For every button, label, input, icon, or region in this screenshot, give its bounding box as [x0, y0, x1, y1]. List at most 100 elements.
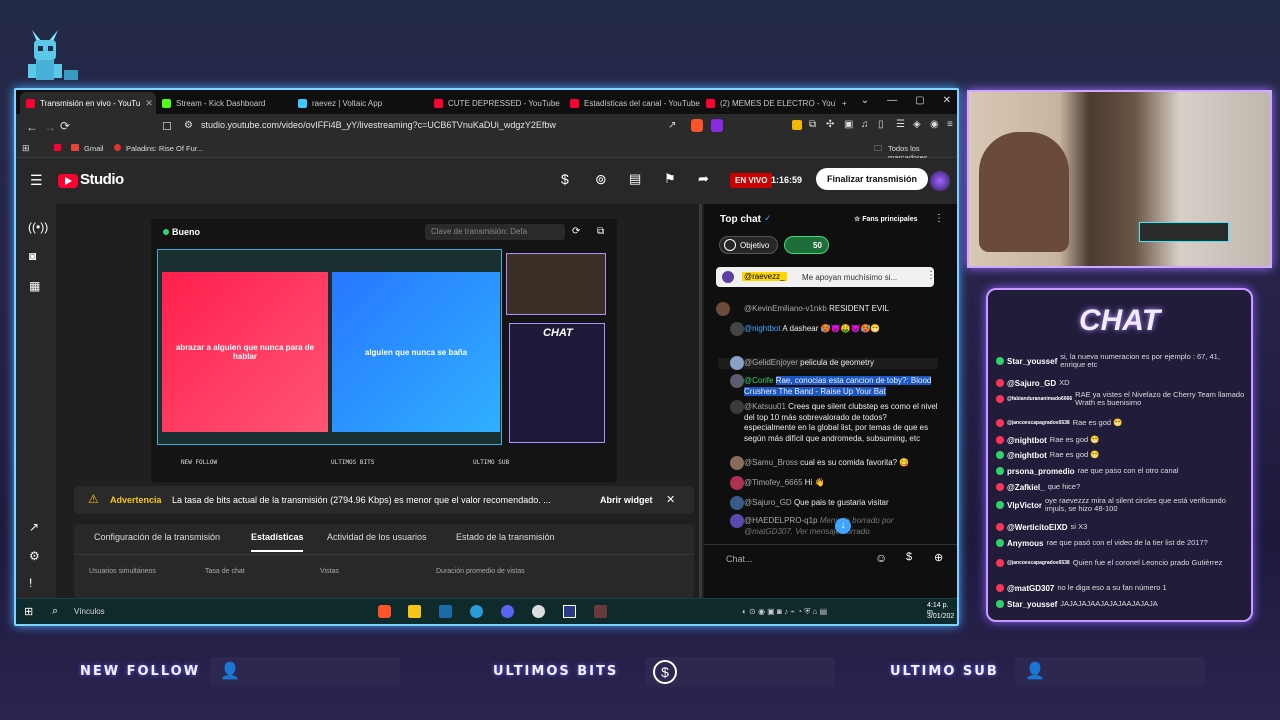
wallet-icon[interactable]: ◈ — [913, 119, 921, 130]
save-icon[interactable]: ⚑ — [664, 171, 676, 187]
extension-icon[interactable] — [792, 120, 802, 130]
sidebar-icon[interactable]: ▯ — [878, 119, 884, 130]
refresh-icon[interactable]: ⟳ — [572, 226, 580, 237]
clock-date[interactable]: 3/01/202 — [927, 613, 954, 620]
kick-favicon-icon — [162, 98, 171, 108]
chat-message[interactable]: @Katsuu01 Crees que silent clubstep es c… — [718, 400, 938, 444]
back-icon[interactable]: ← — [26, 120, 38, 134]
site-info-icon[interactable]: ⚙ — [184, 120, 193, 131]
tab-activity[interactable]: Actividad de los usuarios — [327, 532, 427, 542]
stream-key-select[interactable]: Clave de transmisión: Defa — [425, 224, 565, 240]
donations-icon[interactable]: ⊚ — [595, 171, 607, 188]
bookmark-paladins[interactable]: Paladins: Rise Of Fur... — [126, 144, 203, 153]
tab-settings[interactable]: Configuración de la transmisión — [94, 532, 220, 542]
chat-message[interactable]: @HAEDELPRO-q1p Mensaje borrado por @matG… — [718, 514, 938, 537]
folder-icon[interactable] — [408, 605, 421, 618]
bookmark-gmail[interactable]: Gmail — [84, 144, 104, 153]
tab-statistics[interactable]: Estadísticas — [251, 532, 304, 542]
chat-title[interactable]: Top chat — [720, 214, 761, 225]
calendar-icon[interactable]: ▦ — [29, 279, 40, 293]
more-icon[interactable]: ⋮ — [934, 213, 944, 224]
end-stream-button[interactable]: Finalizar transmisión — [816, 168, 929, 190]
app-icon[interactable] — [532, 605, 545, 618]
extension-icon[interactable]: ⧉ — [809, 119, 816, 130]
close-tab-icon[interactable]: ✕ — [145, 98, 153, 109]
vpn-icon[interactable]: ◉ — [930, 119, 939, 130]
add-icon[interactable]: ⊕ — [934, 551, 943, 564]
chat-message[interactable]: @nightbot A dashear 🥵😈🤑😈🥵😁 — [718, 322, 938, 336]
browser-tab[interactable]: CUTE DEPRESSED - YouTube — [428, 92, 564, 114]
share-icon[interactable]: ➦ — [698, 171, 709, 187]
app-icon[interactable] — [594, 605, 607, 618]
copy-icon[interactable]: ⧉ — [597, 226, 604, 237]
open-widget-button[interactable]: Abrir widget — [600, 495, 653, 505]
browser-tab[interactable]: Transmisión en vivo - YouTu ✕ — [20, 92, 156, 114]
tray-icons[interactable]: ◐ ⊙ ◉ ▣ ◙ ♪ ⌁ ◔ ⛨ ⌂ ▤ — [742, 607, 827, 617]
scrollbar[interactable] — [699, 204, 702, 598]
avatar[interactable] — [930, 171, 950, 191]
pip-icon[interactable]: ▣ — [844, 119, 853, 130]
browser-tab[interactable]: Estadísticas del canal - YouTube — [564, 92, 700, 114]
youtube-bookmark-icon[interactable] — [54, 144, 61, 151]
close-icon[interactable]: ✕ — [666, 493, 675, 506]
chat-message[interactable]: @Samu_Bross cual es su comida favorita? … — [718, 456, 938, 470]
fans-button[interactable]: ☆ Fans principales — [854, 215, 917, 223]
brave-icon[interactable] — [378, 605, 391, 618]
apps-icon[interactable]: ⊞ — [22, 143, 30, 154]
feedback-icon[interactable]: ! — [29, 576, 32, 590]
chat-message[interactable]: @Sajuro_GD Que pais te gustaria visitar — [718, 496, 938, 510]
monetization-icon[interactable]: $ — [561, 171, 569, 187]
emoji-icon[interactable]: ☺ — [875, 551, 887, 565]
browser-tab[interactable]: (2) MEMES DE ELECTRO - YouTu — [700, 92, 836, 114]
extensions-puzzle-icon[interactable]: ✣ — [826, 119, 834, 130]
last-bits-label: ULTIMOS BITS — [493, 664, 619, 679]
brave-rewards-icon[interactable] — [711, 119, 723, 132]
camera-icon[interactable]: ◙ — [29, 249, 36, 263]
overlay-username: prsona_promedio — [1007, 466, 1075, 476]
share-icon[interactable]: ↗ — [668, 120, 676, 131]
discord-icon[interactable] — [501, 605, 514, 618]
chat-message[interactable]: @Timofey_6665 Hi 👋 — [718, 476, 938, 490]
more-icon[interactable]: ⋮ — [926, 270, 936, 281]
chat-message[interactable]: @Corife Rae, conocias esta cancion de to… — [718, 374, 938, 397]
windows-start-icon[interactable]: ⊞ — [24, 605, 33, 618]
steam-icon[interactable] — [439, 605, 452, 618]
settings-gear-icon[interactable]: ⚙ — [29, 549, 40, 563]
new-follow-label: NEW FOLLOW — [80, 664, 201, 679]
browser-tab[interactable]: raevez | Voltaic App — [292, 92, 428, 114]
brave-shield-icon[interactable] — [691, 119, 703, 132]
nested-chat-title: CHAT — [543, 327, 573, 339]
live-stream-icon[interactable]: ((•)) — [28, 220, 48, 234]
forward-icon[interactable]: → — [44, 120, 56, 134]
music-icon[interactable]: ♫ — [861, 119, 869, 130]
pinned-message[interactable]: @raevezz_ Me apoyan muchísimo si... ⋮ — [716, 267, 936, 287]
super-chat-icon[interactable]: $ — [906, 551, 912, 563]
tab-status[interactable]: Estado de la transmisión — [456, 532, 555, 542]
media-icon[interactable]: ▤ — [629, 171, 641, 187]
chevron-down-icon[interactable]: ✓ — [764, 213, 772, 224]
stream-timer: 1:16:59 — [771, 175, 803, 185]
app-icon[interactable] — [470, 605, 483, 618]
bookmarks-icon[interactable]: ☰ — [896, 119, 905, 130]
chat-message[interactable]: @KevinEmiliano-v1nkb RESIDENT EVIL — [716, 302, 938, 316]
browser-tab[interactable]: Stream - Kick Dashboard — [156, 92, 292, 114]
more-icon[interactable]: ⌄ — [861, 95, 869, 106]
taskbar-search[interactable]: Vínculos — [74, 607, 105, 616]
gift-counter[interactable]: 50 — [784, 236, 829, 254]
minimize-icon[interactable]: — — [887, 95, 897, 106]
menu-icon[interactable]: ≡ — [947, 119, 953, 130]
new-tab-button[interactable]: + — [836, 92, 860, 114]
voltaic-favicon-icon — [298, 98, 307, 108]
chat-input[interactable]: Chat... — [726, 554, 753, 564]
reload-icon[interactable]: ⟳ — [60, 119, 70, 133]
app-icon[interactable] — [563, 605, 576, 618]
external-link-icon[interactable]: ↗ — [29, 520, 39, 534]
search-icon[interactable]: ⌕ — [52, 605, 58, 618]
close-window-icon[interactable]: ✕ — [943, 95, 951, 106]
url-field[interactable]: studio.youtube.com/video/ovIFFi4B_yY/liv… — [201, 120, 556, 130]
bookmark-icon[interactable]: ☐ — [162, 120, 172, 133]
maximize-icon[interactable]: ▢ — [915, 95, 924, 106]
hamburger-menu-icon[interactable]: ☰ — [30, 172, 43, 189]
chat-message[interactable]: @GelidEnjoyer pelicula de geometry — [718, 356, 938, 370]
scroll-down-icon[interactable]: ↓ — [835, 518, 851, 534]
